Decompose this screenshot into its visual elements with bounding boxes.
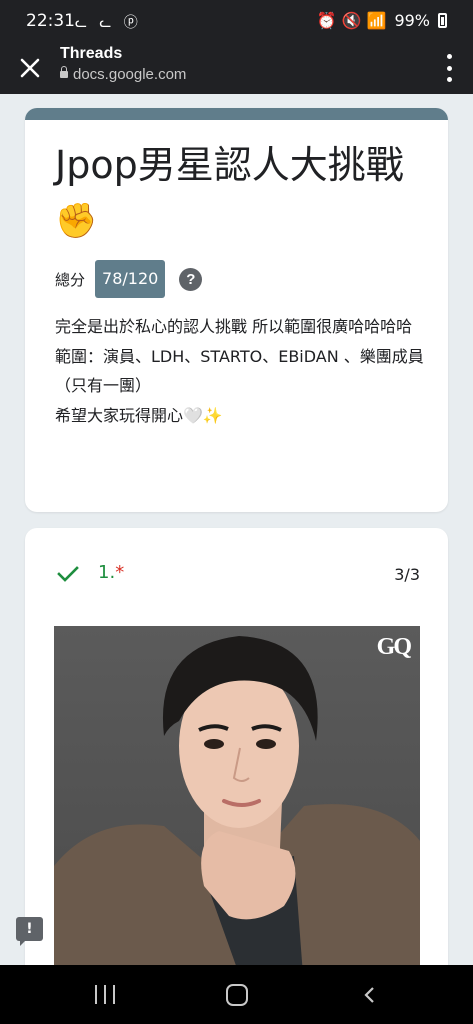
- question-number: 1.*: [98, 562, 124, 583]
- app-bar: Threads docs.google.com: [0, 42, 473, 94]
- description-line: 完全是出於私心的認人挑戰 所以範圍很廣哈哈哈哈: [55, 317, 413, 336]
- system-nav-bar: [0, 965, 473, 1024]
- close-icon: [20, 58, 40, 78]
- form-title: Jpop男星認人大挑戰 ✊: [55, 138, 425, 248]
- description-line: 希望大家玩得開心🤍✨: [55, 405, 223, 425]
- question-photo: GQ: [54, 626, 420, 965]
- battery-percent: 99%: [394, 11, 430, 30]
- app-title: Threads: [60, 45, 123, 62]
- home-button[interactable]: [226, 984, 248, 1006]
- score-badge: 78/120: [95, 260, 166, 298]
- recents-icon: [113, 985, 115, 1004]
- recents-icon: [95, 985, 97, 1004]
- menu-dot-icon: [446, 77, 452, 82]
- recents-icon: [104, 985, 106, 1004]
- report-feedback-button[interactable]: !: [16, 917, 43, 946]
- question-card: 1.* 3/3 GQ: [25, 528, 448, 965]
- form-header-card: Jpop男星認人大挑戰 ✊ 總分 78/120 ? 完全是出於私心的認人挑戰 所以…: [25, 108, 448, 512]
- url-text: docs.google.com: [73, 66, 187, 83]
- notification-icons: ᓚ ᓚ ⓟ: [75, 15, 142, 31]
- form-content[interactable]: Jpop男星認人大挑戰 ✊ 總分 78/120 ? 完全是出於私心的認人挑戰 所以…: [0, 94, 473, 965]
- menu-dot-icon: [446, 54, 452, 59]
- question-score: 3/3: [394, 565, 420, 584]
- portrait-illustration: [54, 636, 420, 965]
- question-number-text: 1.: [98, 562, 116, 583]
- description-line: 範圍：演員、LDH、STARTO、EBiDAN 、樂團成員（只有一團）: [55, 346, 424, 396]
- recents-button[interactable]: [95, 985, 115, 1004]
- form-title-text: Jpop男星認人大挑戰: [55, 143, 404, 187]
- status-right-icons: ⏰ 🔇 📶 99%: [316, 11, 447, 30]
- header-accent-strip: [25, 108, 448, 120]
- total-score-row: 總分 78/120 ?: [55, 260, 203, 298]
- battery-icon: [438, 13, 447, 28]
- menu-dot-icon: [446, 65, 452, 71]
- raised-fist-emoji: ✊: [55, 201, 98, 241]
- form-description: 完全是出於私心的認人挑戰 所以範圍很廣哈哈哈哈 範圍：演員、LDH、STARTO…: [55, 312, 425, 430]
- system-icons: ⏰ 🔇 📶: [316, 11, 387, 30]
- correct-check-icon: [57, 566, 79, 582]
- score-label: 總分: [55, 270, 86, 289]
- help-icon[interactable]: ?: [179, 267, 203, 291]
- required-asterisk: *: [115, 562, 125, 583]
- status-bar: 22:31 ᓚ ᓚ ⓟ ⏰ 🔇 📶 99%: [0, 0, 473, 42]
- lock-icon: [60, 66, 68, 78]
- magazine-logo: GQ: [376, 634, 412, 660]
- status-time: 22:31: [26, 11, 75, 31]
- back-button[interactable]: [362, 987, 378, 1003]
- close-button[interactable]: [14, 52, 46, 84]
- overflow-menu-button[interactable]: [445, 54, 453, 82]
- url-bar[interactable]: docs.google.com: [60, 66, 186, 83]
